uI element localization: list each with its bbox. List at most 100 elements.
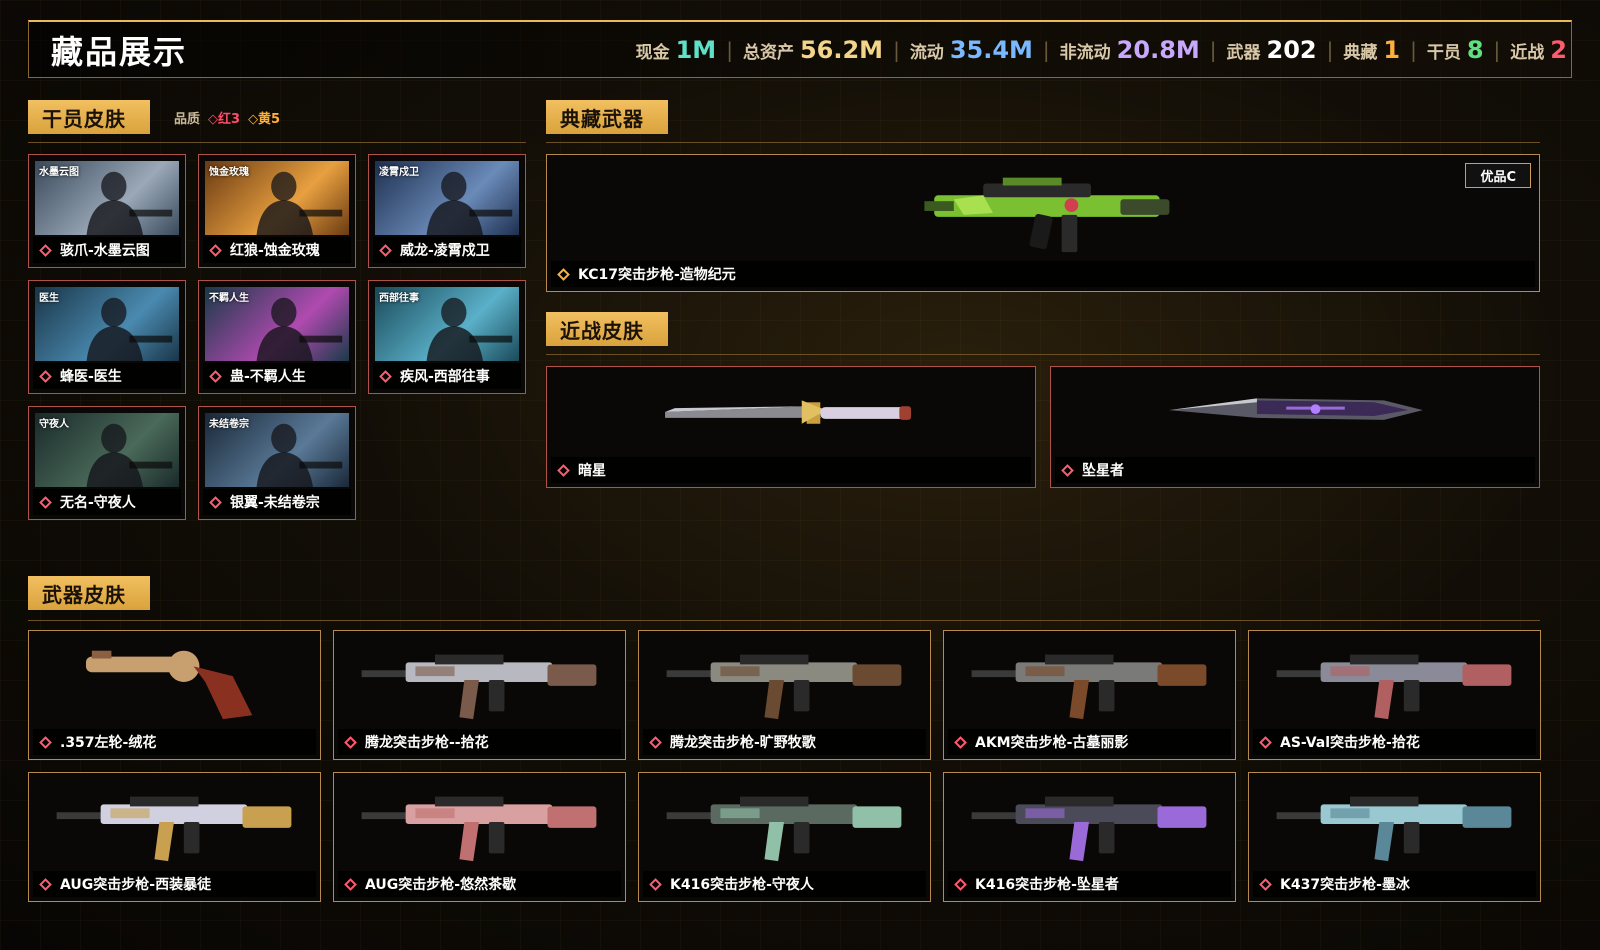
weapon-caption: K416突击步枪-坠星者 [948, 871, 1231, 897]
diamond-icon [379, 243, 392, 257]
weapon-art [340, 779, 619, 869]
operator-skin-name: 无名-守夜人 [60, 495, 136, 511]
weapon-skin-card[interactable]: K416突击步枪-守夜人 [638, 772, 931, 902]
collection-weapon-card[interactable]: 优品C KC17突击步枪-造物纪元 [546, 154, 1540, 292]
weapon-skin-card[interactable]: K437突击步枪-墨冰 [1248, 772, 1541, 902]
section-title: 武器皮肤 [42, 582, 126, 607]
diamond-icon [209, 243, 222, 257]
weapon-caption: K437突击步枪-墨冰 [1253, 871, 1536, 897]
weapon-caption: AKM突击步枪-古墓丽影 [948, 729, 1231, 755]
operator-skin-card[interactable]: 未结卷宗银翼-未结卷宗 [198, 406, 356, 520]
skin-tag: 未结卷宗 [209, 419, 249, 430]
diamond-icon [344, 877, 357, 891]
dagger-icon [1169, 398, 1423, 420]
diamond-icon [954, 877, 967, 891]
stat-value: 202 [1266, 35, 1317, 64]
operator-skin-card[interactable]: 蚀金玫瑰 红狼-蚀金玫瑰 [198, 154, 356, 268]
quality-label: 品质 [174, 112, 201, 127]
operator-portrait: 水墨云图 [35, 161, 179, 235]
stat-item: 总资产 56.2M [743, 36, 883, 64]
diamond-icon [209, 495, 222, 509]
melee-card[interactable]: 暗星 [546, 366, 1036, 488]
stat-item: 流动 35.4M [910, 36, 1033, 64]
operator-skin-name: 银翼-未结卷宗 [230, 495, 320, 511]
header-bar: 藏品展示 现金 1M | 总资产 56.2M | 流动 35.4M | 非流动 20.8M | 武器 20… [28, 20, 1572, 78]
section-title: 典藏武器 [560, 106, 644, 131]
operator-portrait: 医生 [35, 287, 179, 361]
melee-caption: 暗星 [551, 457, 1031, 483]
weapon-skin-card[interactable]: AUG突击步枪-西装暴徒 [28, 772, 321, 902]
weapon-skin-card[interactable]: AUG突击步枪-悠然茶歇 [333, 772, 626, 902]
rifle-icon [56, 796, 292, 862]
weapon-caption: AS-Val突击步枪-拾花 [1253, 729, 1536, 755]
operator-skin-card[interactable]: 西部往事 疾风-西部往事 [368, 280, 526, 394]
operator-skin-name: 疾风-西部往事 [400, 369, 490, 385]
melee-name: 坠星者 [1082, 463, 1124, 479]
stat-label: 干员 [1426, 42, 1461, 63]
operator-skin-name: 蛊-不羁人生 [230, 369, 306, 385]
divider [546, 142, 1540, 143]
operator-skin-card[interactable]: 守夜人 无名-守夜人 [28, 406, 186, 520]
stat-item: 现金 1M [636, 36, 717, 64]
stat-label: 近战 [1510, 42, 1545, 63]
weapon-art [1255, 779, 1534, 869]
diamond-icon [39, 735, 52, 749]
weapon-art [35, 779, 314, 869]
melee-name: 暗星 [578, 463, 606, 479]
stats-bar: 现金 1M | 总资产 56.2M | 流动 35.4M | 非流动 20.8M | 武器 202 | 典藏 1… [636, 36, 1567, 64]
stat-separator: | [1209, 37, 1217, 62]
knife-icon [665, 400, 912, 424]
operator-caption: 无名-守夜人 [33, 489, 181, 515]
stat-separator: | [1410, 37, 1417, 62]
weapon-skin-card[interactable]: AS-Val突击步枪-拾花 [1248, 630, 1541, 760]
operator-skin-card[interactable]: 凌霄戍卫 威龙-凌霄戍卫 [368, 154, 526, 268]
kc17-rifle-icon [924, 177, 1170, 253]
operator-caption: 蛊-不羁人生 [203, 363, 351, 389]
weapon-skin-card[interactable]: 腾龙突击步枪-旷野牧歌 [638, 630, 931, 760]
stat-value: 8 [1466, 35, 1484, 64]
weapon-caption: .357左轮-绒花 [33, 729, 316, 755]
weapon-skin-name: AS-Val突击步枪-拾花 [1280, 735, 1420, 751]
operator-caption: 骇爪-水墨云图 [33, 237, 181, 263]
weapon-skin-card[interactable]: AKM突击步枪-古墓丽影 [943, 630, 1236, 760]
weapon-art [950, 637, 1229, 727]
operator-skin-name: 威龙-凌霄戍卫 [400, 243, 490, 259]
section-title: 近战皮肤 [560, 318, 644, 343]
skin-tag: 不羁人生 [209, 293, 249, 304]
weapon-skin-card[interactable]: 腾龙突击步枪--拾花 [333, 630, 626, 760]
operator-caption: 红狼-蚀金玫瑰 [203, 237, 351, 263]
weapon-skin-card[interactable]: .357左轮-绒花 [28, 630, 321, 760]
weapon-art [35, 637, 314, 727]
operator-skin-card[interactable]: 水墨云图 骇爪-水墨云图 [28, 154, 186, 268]
melee-card[interactable]: 坠星者 [1050, 366, 1540, 488]
diamond-icon [379, 369, 392, 383]
weapon-skin-name: .357左轮-绒花 [60, 735, 157, 751]
operator-caption: 疾风-西部往事 [373, 363, 521, 389]
stat-value: 35.4M [949, 35, 1033, 64]
stat-item: 典藏 1 [1343, 36, 1400, 64]
operator-caption: 银翼-未结卷宗 [203, 489, 351, 515]
diamond-icon [209, 369, 222, 383]
operator-skin-card[interactable]: 医生 蜂医-医生 [28, 280, 186, 394]
weapon-caption: KC17突击步枪-造物纪元 [551, 261, 1535, 287]
weapon-caption: 腾龙突击步枪-旷野牧歌 [643, 729, 926, 755]
weapon-skin-name: K437突击步枪-墨冰 [1280, 877, 1410, 893]
quality-yellow-count: ◇黄5 [248, 112, 281, 127]
weapon-caption: K416突击步枪-守夜人 [643, 871, 926, 897]
weapon-art [645, 779, 924, 869]
weapon-art [950, 779, 1229, 869]
operator-skin-card[interactable]: 不羁人生蛊-不羁人生 [198, 280, 356, 394]
diamond-icon [649, 877, 662, 891]
diamond-icon [1259, 877, 1272, 891]
quality-red-count: ◇红3 [208, 112, 241, 127]
divider [28, 620, 1540, 621]
section-title: 干员皮肤 [42, 106, 126, 131]
diamond-icon [344, 735, 357, 749]
rifle-icon [971, 654, 1207, 720]
stat-label: 流动 [909, 42, 944, 63]
weapon-skin-card[interactable]: K416突击步枪-坠星者 [943, 772, 1236, 902]
melee-caption: 坠星者 [1055, 457, 1535, 483]
stat-separator: | [1493, 37, 1501, 62]
stat-label: 非流动 [1059, 42, 1111, 63]
grade-badge: 优品C [1465, 163, 1531, 188]
